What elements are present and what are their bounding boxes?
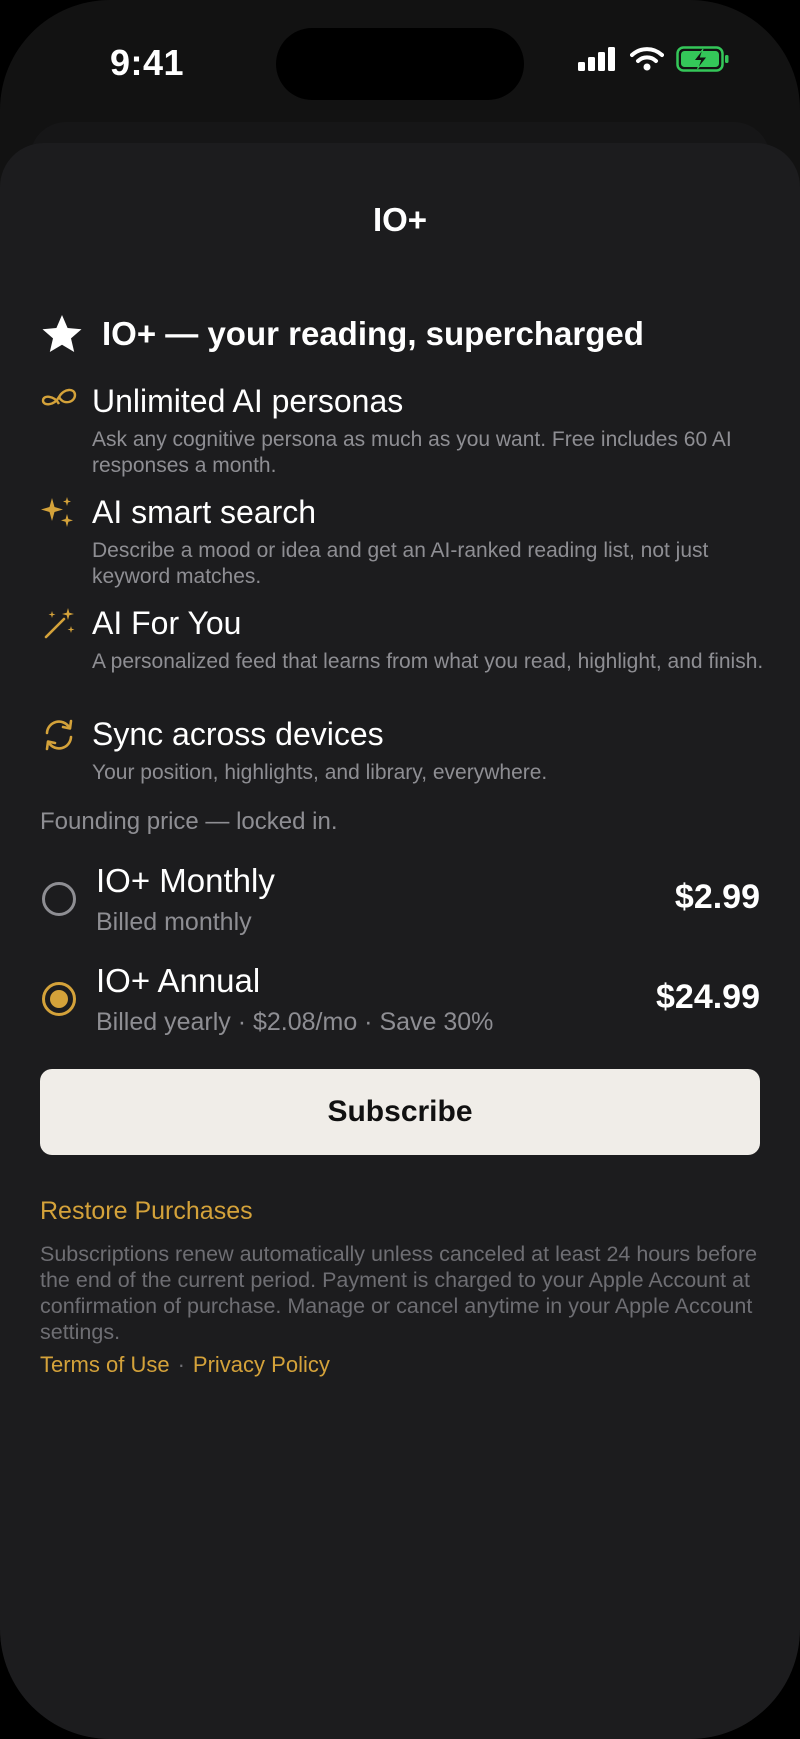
feature-title: Unlimited AI personas <box>92 383 404 419</box>
battery-charging-icon <box>676 46 729 72</box>
feature-title: Sync across devices <box>92 716 384 752</box>
plan-price: $2.99 <box>674 878 760 916</box>
sheet-title: IO+ <box>372 201 428 238</box>
legal-disclaimer: Subscriptions renew automatically unless… <box>40 1242 758 1344</box>
plan-subtitle: Billed monthly <box>96 908 252 936</box>
infinity-icon <box>41 388 77 406</box>
plan-name: IO+ Monthly <box>96 862 275 899</box>
radio-selected[interactable] <box>42 982 76 1016</box>
sync-icon <box>45 719 73 751</box>
feature-title: AI smart search <box>92 494 317 530</box>
paywall-sheet: IO+ IO+ — your reading, supercharged Unl… <box>0 143 800 1739</box>
link-separator: · <box>177 1352 185 1377</box>
status-bar: 9:41 <box>0 0 800 130</box>
status-time: 9:41 <box>110 42 185 83</box>
feature-title: AI For You <box>92 605 242 641</box>
sparkles-icon <box>41 497 73 527</box>
terms-of-use-link[interactable]: Terms of Use <box>40 1352 170 1377</box>
magic-wand-icon <box>44 608 75 639</box>
phone-screen: 9:41 IO+ IO+ — your reading, supercharge… <box>0 0 800 1739</box>
legal-links: Terms of Use · Privacy Policy <box>40 1352 330 1378</box>
plan-subtitle: Billed yearly · $2.08/mo · Save 30% <box>96 1008 494 1036</box>
feature-description: Describe a mood or idea and get an AI-ra… <box>92 539 709 588</box>
cellular-signal-icon <box>578 47 615 71</box>
plan-annual-option[interactable]: IO+ Annual Billed yearly · $2.08/mo · Sa… <box>40 962 760 1042</box>
subscribe-button[interactable]: Subscribe <box>40 1069 760 1155</box>
feature-description: Your position, highlights, and library, … <box>92 761 548 784</box>
status-icons <box>578 46 730 72</box>
hero-title: IO+ — your reading, supercharged <box>102 315 644 352</box>
privacy-policy-link[interactable]: Privacy Policy <box>193 1352 330 1377</box>
founding-price-note: Founding price — locked in. <box>40 808 338 835</box>
hero-header: IO+ — your reading, supercharged <box>40 313 644 355</box>
star-icon <box>42 315 82 352</box>
restore-purchases-link[interactable]: Restore Purchases <box>40 1197 253 1226</box>
radio-unselected[interactable] <box>42 882 76 916</box>
dynamic-island <box>276 28 524 100</box>
plan-monthly-option[interactable]: IO+ Monthly Billed monthly $2.99 <box>40 862 760 942</box>
plan-price: $24.99 <box>656 978 760 1016</box>
feature-description: A personalized feed that learns from wha… <box>92 650 764 673</box>
plan-name: IO+ Annual <box>96 962 261 999</box>
wifi-icon <box>630 47 664 71</box>
feature-description: Ask any cognitive persona as much as you… <box>92 428 732 477</box>
